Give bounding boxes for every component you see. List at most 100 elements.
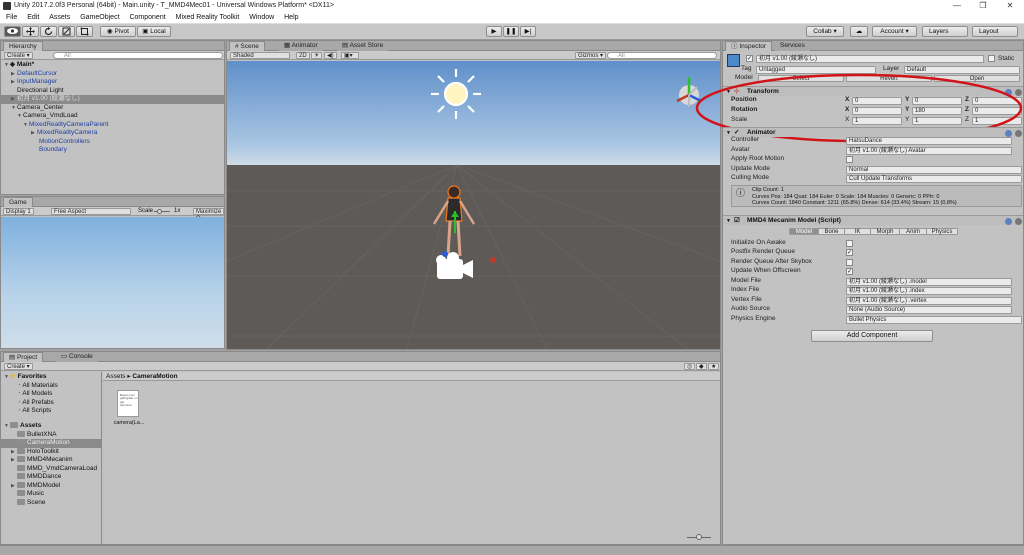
close-button[interactable]: ✕ xyxy=(997,0,1023,12)
asset-folder[interactable]: MMD_VmdCameraLoad xyxy=(1,464,101,474)
menu-assets[interactable]: Assets xyxy=(49,14,70,21)
asset-file-item[interactable]: Bogus jmm gabvgaah.v.m gat dohmnai camer… xyxy=(113,390,144,432)
icon-size-slider-thumb[interactable] xyxy=(696,534,702,540)
mmd4-tab-model[interactable]: Model xyxy=(789,228,819,235)
rect-tool-button[interactable] xyxy=(76,26,93,37)
display-dropdown[interactable]: Display 1 xyxy=(3,208,34,215)
update-mode-dropdown[interactable]: Normal xyxy=(846,166,1022,174)
account-dropdown[interactable]: Account ▾ xyxy=(872,26,917,37)
tab-game[interactable]: Game xyxy=(3,197,33,207)
mmd4-tab-physics[interactable]: Physics xyxy=(926,228,958,235)
asset-folder[interactable]: MMDDance xyxy=(1,473,101,482)
mmd4-header[interactable]: ▼ ☑ MMD4 Mecanim Model (Script) xyxy=(723,215,1023,225)
step-button[interactable]: ▶| xyxy=(520,26,536,37)
settings-gear-icon[interactable] xyxy=(1015,130,1022,137)
asset-folder[interactable]: Scene xyxy=(1,498,101,508)
postfix-render-queue-checkbox[interactable]: ✓ xyxy=(846,249,853,256)
physics-engine-dropdown[interactable]: Bullet Physics xyxy=(846,316,1022,324)
menu-mixed-reality-toolkit[interactable]: Mixed Reality Toolkit xyxy=(176,14,240,21)
hierarchy-item[interactable]: ▶ MixedRealityCamera xyxy=(1,129,224,138)
avatar-field[interactable]: 初月 v1.00 (綾瀬なし) Avatar xyxy=(846,147,1012,155)
menu-component[interactable]: Component xyxy=(129,14,165,21)
breadcrumb-root[interactable]: Assets xyxy=(106,373,126,380)
favorite-item[interactable]: ◔ All Materials xyxy=(1,382,101,391)
assets-header[interactable]: ▼ Assets xyxy=(1,422,101,431)
hierarchy-item[interactable]: ▶ DefaultCursor xyxy=(1,70,224,79)
menu-help[interactable]: Help xyxy=(284,14,298,21)
static-checkbox[interactable] xyxy=(988,55,995,62)
scale-tool-button[interactable] xyxy=(58,26,75,37)
object-name-field[interactable]: 初月 v1.00 (綾瀬なし) xyxy=(756,55,984,63)
local-toggle[interactable]: ▣ Local xyxy=(137,26,171,37)
gizmos-dropdown[interactable]: Gizmos ▾ xyxy=(575,52,607,59)
menu-window[interactable]: Window xyxy=(249,14,274,21)
hierarchy-item[interactable]: Boundary xyxy=(1,146,224,155)
reference-icon[interactable] xyxy=(1005,218,1012,225)
hierarchy-search-input[interactable]: All xyxy=(53,52,223,59)
mmd4-tab-bone[interactable]: Bone xyxy=(818,228,845,235)
lighting-toggle[interactable]: ☀ xyxy=(311,52,323,59)
menu-file[interactable]: File xyxy=(6,14,17,21)
reference-icon[interactable] xyxy=(1005,130,1012,137)
filter-label-button[interactable]: ◆ xyxy=(696,363,707,370)
active-checkbox[interactable]: ✓ xyxy=(746,55,753,62)
pivot-toggle[interactable]: ◉ Pivot xyxy=(100,26,136,37)
asset-folder[interactable]: ▶ MMDModel xyxy=(1,481,101,491)
aspect-dropdown[interactable]: Free Aspect xyxy=(51,208,131,215)
minimize-button[interactable]: — xyxy=(944,0,970,12)
tab-animator[interactable]: ▦ Animator xyxy=(279,41,323,51)
mmd4-tab-anim[interactable]: Anim xyxy=(899,228,927,235)
audio-toggle[interactable]: ◀) xyxy=(324,52,337,59)
settings-gear-icon[interactable] xyxy=(1015,218,1022,225)
favorite-item[interactable]: ◔ All Models xyxy=(1,390,101,399)
hand-tool-button[interactable] xyxy=(4,26,21,37)
model-file-field[interactable]: 初月 v1.00 (綾瀬なし) .model xyxy=(846,278,1012,286)
scene-search-input[interactable]: All xyxy=(607,52,717,59)
game-view[interactable] xyxy=(1,217,224,348)
tab-services[interactable]: Services xyxy=(775,41,810,51)
move-tool-button[interactable] xyxy=(22,26,39,37)
vertex-file-field[interactable]: 初月 v1.00 (綾瀬なし) .vertex xyxy=(846,297,1012,305)
maximize-button[interactable]: ❐ xyxy=(970,0,996,12)
menu-gameobject[interactable]: GameObject xyxy=(80,14,119,21)
tab-scene[interactable]: # Scene xyxy=(229,41,265,51)
play-button[interactable]: ▶ xyxy=(486,26,502,37)
scale-slider-thumb[interactable] xyxy=(157,209,162,214)
layers-dropdown[interactable]: Layers xyxy=(922,26,968,37)
scene-view[interactable] xyxy=(227,61,720,349)
hierarchy-item[interactable]: ▼Camera_Center xyxy=(1,104,224,113)
tab-console[interactable]: ▭ Console xyxy=(56,352,98,362)
favorites-header[interactable]: ▼★ Favorites xyxy=(1,373,101,382)
hierarchy-create-button[interactable]: Create ▾ xyxy=(4,52,33,59)
filter-type-button[interactable]: ◎ xyxy=(684,363,696,370)
effects-dropdown[interactable]: ▣▾ xyxy=(341,52,359,59)
mmd4-tab-ik[interactable]: IK xyxy=(844,228,871,235)
scene-root-row[interactable]: ▼◈ Main* xyxy=(1,61,224,70)
mmd4-tab-morph[interactable]: Morph xyxy=(870,228,900,235)
animator-header[interactable]: ▼ ✓ Animator xyxy=(723,127,1023,137)
breadcrumb-current[interactable]: CameraMotion xyxy=(132,373,177,380)
hierarchy-item-selected[interactable]: ▶ 初月 v1.00 (綾瀬なし) xyxy=(1,95,224,104)
apply-root-motion-checkbox[interactable] xyxy=(846,156,853,163)
render-queue-after-skybox-checkbox[interactable] xyxy=(846,259,853,266)
hierarchy-item[interactable]: Directional Light xyxy=(1,87,224,96)
pause-button[interactable]: ❚❚ xyxy=(503,26,519,37)
asset-folder[interactable]: ▶ MMD4Mecanim xyxy=(1,456,101,465)
hierarchy-item[interactable]: MotionControllers xyxy=(1,138,224,147)
collab-dropdown[interactable]: Collab ▾ xyxy=(806,26,844,37)
menu-edit[interactable]: Edit xyxy=(27,14,39,21)
2d-toggle[interactable]: 2D xyxy=(296,52,310,59)
asset-folder[interactable]: BulletXNA xyxy=(1,430,101,440)
hierarchy-item[interactable]: ▼MixedRealityCameraParent xyxy=(1,121,224,130)
tab-asset-store[interactable]: ▤ Asset Store xyxy=(337,41,389,51)
maximize-on-play-button[interactable]: Maximize O xyxy=(193,208,225,222)
project-create-button[interactable]: Create ▾ xyxy=(4,363,33,370)
shading-mode-dropdown[interactable]: Shaded xyxy=(230,52,290,59)
asset-folder[interactable]: ▶ HoloToolkit xyxy=(1,447,101,457)
rotate-tool-button[interactable] xyxy=(40,26,57,37)
add-component-button[interactable]: Add Component xyxy=(811,330,933,342)
favorite-item[interactable]: ◔ All Scripts xyxy=(1,407,101,416)
hierarchy-item[interactable]: ▼Camera_VmdLoad xyxy=(1,112,224,121)
tab-hierarchy[interactable]: Hierarchy xyxy=(3,41,43,51)
asset-folder-selected[interactable]: CameraMotion xyxy=(1,439,101,448)
